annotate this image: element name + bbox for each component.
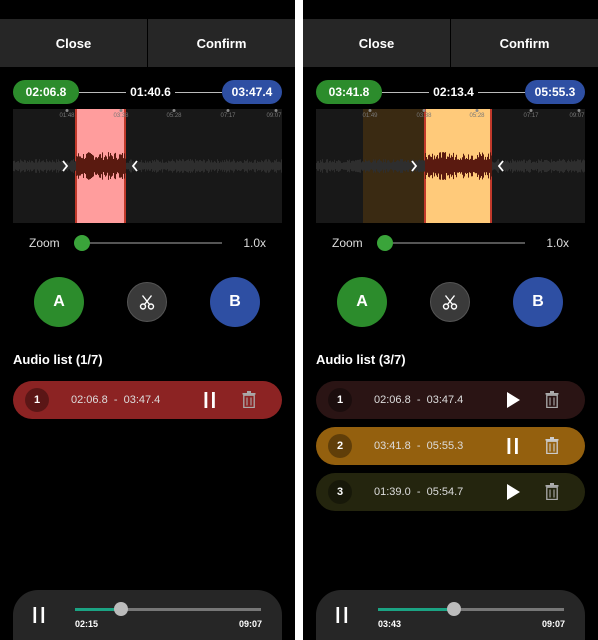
zoom-label: Zoom xyxy=(29,236,60,250)
set-b-button[interactable]: B xyxy=(210,277,260,327)
tick-mark xyxy=(475,109,479,112)
time-ruler: 01:48 03:38 05:28 07:17 09:07 xyxy=(13,109,282,123)
waveform xyxy=(316,109,585,223)
total-time: 09:07 xyxy=(541,619,565,629)
audio-list-item[interactable]: 2 03:41.8 - 05:55.3 xyxy=(316,427,585,465)
zoom-control: Zoom 1.0x xyxy=(316,233,585,253)
audio-list-item[interactable]: 1 02:06.8 - 03:47.4 xyxy=(13,381,282,419)
play-icon[interactable] xyxy=(504,391,522,409)
playback-thumb[interactable] xyxy=(447,602,462,616)
playback-bar: 02:15 09:07 xyxy=(13,590,282,640)
tick-label: 07:17 xyxy=(220,113,236,119)
tick-label: 01:49 xyxy=(362,113,378,119)
zoom-value: 1.0x xyxy=(243,236,266,250)
zoom-control: Zoom 1.0x xyxy=(13,233,282,253)
tick-label: 09:07 xyxy=(266,113,282,119)
tick-mark xyxy=(172,109,176,112)
top-bar: Close Confirm xyxy=(303,19,598,67)
zoom-slider-track[interactable] xyxy=(82,242,222,244)
start-time-pill[interactable]: 03:41.8 xyxy=(316,80,382,104)
tick-mark xyxy=(577,109,581,112)
tick-mark xyxy=(529,109,533,112)
trash-icon[interactable] xyxy=(242,391,256,408)
selection-duration: 01:40.6 xyxy=(79,80,222,104)
tick-mark xyxy=(119,109,123,112)
item-time-range: 02:06.8 - 03:47.4 xyxy=(374,394,464,406)
play-icon[interactable] xyxy=(504,483,522,501)
current-time: 02:15 xyxy=(75,619,99,629)
set-a-button[interactable]: A xyxy=(34,277,84,327)
item-time-range: 02:06.8 - 03:47.4 xyxy=(71,394,161,406)
set-b-button[interactable]: B xyxy=(513,277,563,327)
waveform-view[interactable]: 01:48 03:38 05:28 07:17 09:07 xyxy=(13,109,282,223)
tick-label: 07:17 xyxy=(523,113,539,119)
ab-controls: A B xyxy=(0,277,295,327)
audio-list-title: Audio list (3/7) xyxy=(316,352,406,367)
editor-panel-left: Close Confirm 01:40.6 02:06.8 03:47.4 01… xyxy=(0,0,295,640)
pause-icon[interactable] xyxy=(201,391,219,409)
item-number: 3 xyxy=(328,480,352,504)
top-bar: Close Confirm xyxy=(0,19,295,67)
selection-timeline: 01:40.6 02:06.8 03:47.4 xyxy=(13,80,282,104)
cut-button[interactable] xyxy=(127,282,167,322)
selection-duration: 02:13.4 xyxy=(382,80,525,104)
tick-label: 03:38 xyxy=(113,113,129,119)
zoom-value: 1.0x xyxy=(546,236,569,250)
pause-icon[interactable] xyxy=(504,437,522,455)
current-time: 03:43 xyxy=(378,619,402,629)
scissors-icon xyxy=(442,295,458,310)
tick-mark xyxy=(274,109,278,112)
item-number: 1 xyxy=(328,388,352,412)
chevron-right-icon[interactable] xyxy=(410,160,418,172)
item-time-range: 03:41.8 - 05:55.3 xyxy=(374,440,464,452)
zoom-label: Zoom xyxy=(332,236,363,250)
trash-icon[interactable] xyxy=(545,437,559,454)
scissors-icon xyxy=(139,295,155,310)
total-time: 09:07 xyxy=(238,619,262,629)
item-number: 1 xyxy=(25,388,49,412)
playback-thumb[interactable] xyxy=(113,602,128,616)
tick-label: 05:28 xyxy=(166,113,182,119)
tick-mark xyxy=(226,109,230,112)
pause-icon[interactable] xyxy=(32,607,46,623)
tick-label: 05:28 xyxy=(469,113,485,119)
end-time-pill[interactable]: 05:55.3 xyxy=(525,80,585,104)
chevron-left-icon[interactable] xyxy=(131,160,139,172)
trash-icon[interactable] xyxy=(545,391,559,408)
audio-list-item[interactable]: 1 02:06.8 - 03:47.4 xyxy=(316,381,585,419)
zoom-slider-thumb[interactable] xyxy=(74,235,90,251)
chevron-left-icon[interactable] xyxy=(497,160,505,172)
item-time-range: 01:39.0 - 05:54.7 xyxy=(374,486,464,498)
chevron-right-icon[interactable] xyxy=(61,160,69,172)
audio-list-item[interactable]: 3 01:39.0 - 05:54.7 xyxy=(316,473,585,511)
trash-icon[interactable] xyxy=(545,483,559,500)
ab-controls: A B xyxy=(303,277,598,327)
end-time-pill[interactable]: 03:47.4 xyxy=(222,80,282,104)
tick-mark xyxy=(65,109,69,112)
cut-button[interactable] xyxy=(430,282,470,322)
start-time-pill[interactable]: 02:06.8 xyxy=(13,80,79,104)
audio-list-title: Audio list (1/7) xyxy=(13,352,103,367)
editor-panel-right: Close Confirm 02:13.4 03:41.8 05:55.3 01… xyxy=(303,0,598,640)
close-button[interactable]: Close xyxy=(0,19,147,67)
close-button[interactable]: Close xyxy=(303,19,450,67)
playback-bar: 03:43 09:07 xyxy=(316,590,585,640)
playback-progress xyxy=(378,608,455,611)
tick-mark xyxy=(368,109,372,112)
selection-timeline: 02:13.4 03:41.8 05:55.3 xyxy=(316,80,585,104)
zoom-slider-thumb[interactable] xyxy=(377,235,393,251)
zoom-slider-track[interactable] xyxy=(385,242,525,244)
time-ruler: 01:49 03:38 05:28 07:17 09:07 xyxy=(316,109,585,123)
confirm-button[interactable]: Confirm xyxy=(451,19,598,67)
tick-mark xyxy=(422,109,426,112)
set-a-button[interactable]: A xyxy=(337,277,387,327)
item-number: 2 xyxy=(328,434,352,458)
tick-label: 03:38 xyxy=(416,113,432,119)
confirm-button[interactable]: Confirm xyxy=(148,19,295,67)
tick-label: 01:48 xyxy=(59,113,75,119)
tick-label: 09:07 xyxy=(569,113,585,119)
waveform-view[interactable]: 01:49 03:38 05:28 07:17 09:07 xyxy=(316,109,585,223)
waveform xyxy=(13,109,282,223)
pause-icon[interactable] xyxy=(335,607,349,623)
